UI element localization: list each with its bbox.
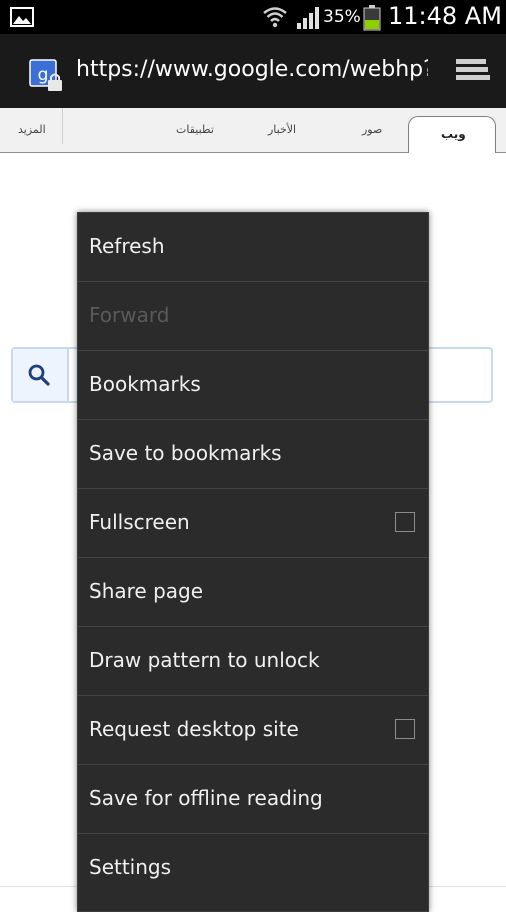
menu-item-label: Fullscreen xyxy=(89,510,190,534)
gallery-icon xyxy=(10,7,34,27)
status-bar: 35% 11:48 AM xyxy=(0,0,506,34)
menu-item-refresh[interactable]: Refresh xyxy=(78,213,428,282)
url-bar: g https://www.google.com/webhp?cli xyxy=(0,34,506,108)
tab-more[interactable]: المزيد xyxy=(18,122,46,138)
fullscreen-checkbox[interactable] xyxy=(395,512,415,532)
tab-images[interactable]: صور xyxy=(362,122,382,138)
tab-news[interactable]: الأخبار xyxy=(268,122,296,138)
google-lock-icon[interactable]: g xyxy=(28,58,66,94)
tab-web[interactable]: ويب xyxy=(408,116,496,153)
wifi-icon xyxy=(263,7,287,28)
menu-item-label: Refresh xyxy=(89,234,165,258)
menu-item-save-offline[interactable]: Save for offline reading xyxy=(78,765,428,834)
menu-item-label: Save for offline reading xyxy=(89,786,323,810)
menu-item-fullscreen[interactable]: Fullscreen xyxy=(78,489,428,558)
signal-icon xyxy=(297,7,319,29)
tab-apps[interactable]: تطبيقات xyxy=(176,122,214,138)
svg-text:g: g xyxy=(38,65,49,85)
menu-item-forward: Forward xyxy=(78,282,428,351)
menu-item-bookmarks[interactable]: Bookmarks xyxy=(78,351,428,420)
menu-item-label: Draw pattern to unlock xyxy=(89,648,320,672)
menu-item-save-to-bookmarks[interactable]: Save to bookmarks xyxy=(78,420,428,489)
battery-icon xyxy=(363,5,381,31)
tabs-icon[interactable] xyxy=(452,56,492,86)
battery-percent: 35% xyxy=(323,7,361,27)
menu-item-label: Save to bookmarks xyxy=(89,441,282,465)
tab-divider xyxy=(62,108,63,144)
menu-item-label: Forward xyxy=(89,303,170,327)
url-field[interactable]: https://www.google.com/webhp?cli xyxy=(76,56,428,84)
menu-item-label: Share page xyxy=(89,579,204,603)
google-tab-strip: المزيد تطبيقات الأخبار صور ويب xyxy=(0,108,506,153)
menu-item-settings[interactable]: Settings xyxy=(78,834,428,902)
menu-item-request-desktop-site[interactable]: Request desktop site xyxy=(78,696,428,765)
tab-web-label: ويب xyxy=(441,127,466,141)
menu-item-share-page[interactable]: Share page xyxy=(78,558,428,627)
search-button[interactable] xyxy=(13,349,69,401)
desktop-site-checkbox[interactable] xyxy=(395,719,415,739)
search-icon xyxy=(28,364,50,386)
browser-options-menu: Refresh Forward Bookmarks Save to bookma… xyxy=(77,212,429,912)
menu-item-label: Settings xyxy=(89,855,172,879)
clock: 11:48 AM xyxy=(388,2,502,30)
menu-item-draw-pattern[interactable]: Draw pattern to unlock xyxy=(78,627,428,696)
menu-item-label: Request desktop site xyxy=(89,717,299,741)
menu-item-label: Bookmarks xyxy=(89,372,201,396)
